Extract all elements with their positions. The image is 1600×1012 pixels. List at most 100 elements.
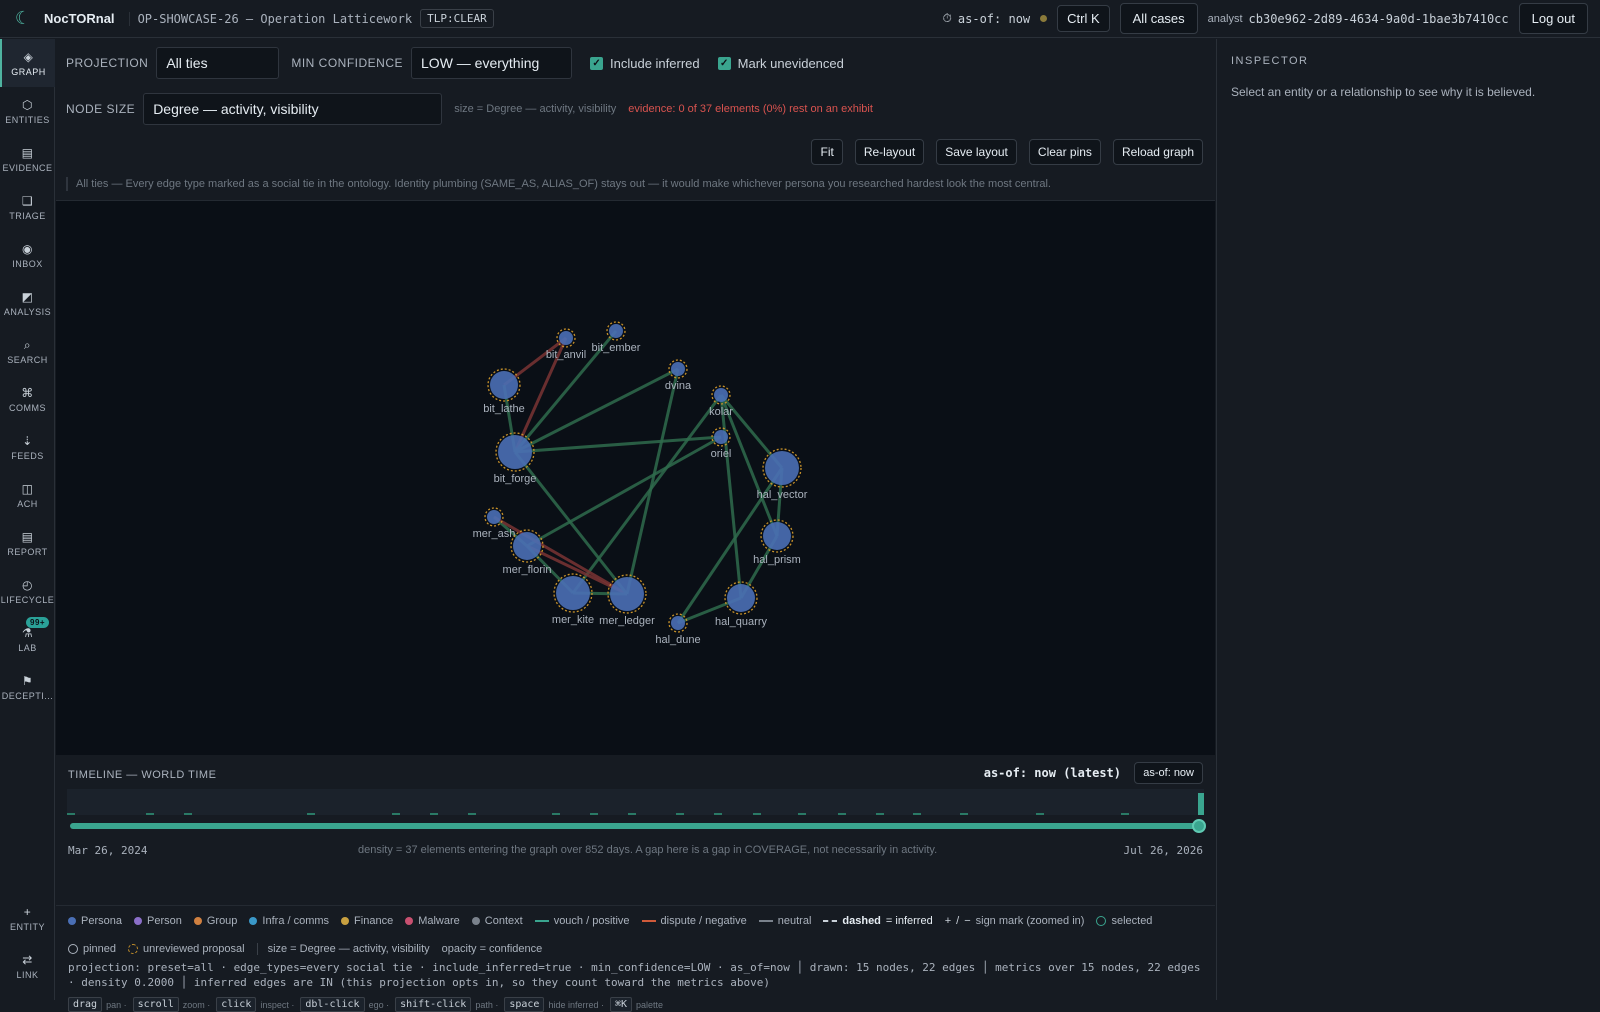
check-icon: ✓	[590, 56, 604, 70]
size-note: size = Degree — activity, visibility	[454, 103, 617, 115]
timeline-density-strip[interactable]	[67, 789, 1204, 815]
node-bit_forge[interactable]: bit_forge	[494, 432, 537, 485]
nav-item-inbox[interactable]: ◉ INBOX	[0, 231, 55, 279]
network-graph[interactable]: bit_anvil bit_ember bit_lathe bit_forge dvin…	[56, 201, 1215, 756]
node-oriel[interactable]: oriel	[711, 427, 732, 460]
nav-item-lab-label: LAB	[18, 642, 37, 653]
relayout-button[interactable]: Re-layout	[854, 139, 925, 165]
timeline-tick	[798, 813, 806, 815]
node-hal_prism[interactable]: hal_prism	[753, 519, 801, 566]
edge-kolar-hal_quarry[interactable]	[719, 394, 743, 599]
node-circle[interactable]	[490, 371, 518, 399]
nav-item-decepti[interactable]: ⚑ DECEPTI...	[0, 663, 55, 711]
legend-persona: Persona	[68, 915, 122, 927]
asof-indicator[interactable]: ⏱ as-of: now	[943, 11, 1031, 26]
nav-item-analysis[interactable]: ◩ ANALYSIS	[0, 279, 55, 327]
min-confidence-select[interactable]: LOW — everything	[411, 47, 573, 79]
node-dvina[interactable]: dvina	[665, 359, 692, 392]
node-circle[interactable]	[765, 451, 799, 485]
legend-row-1: Persona Person Group Infra / comms Finance Ma…	[68, 915, 1164, 927]
fit-button[interactable]: Fit	[811, 139, 843, 165]
include-inferred-checkbox[interactable]: ✓ Include inferred	[590, 56, 700, 71]
node-bit_lathe[interactable]: bit_lathe	[483, 368, 525, 415]
nav-item-feeds[interactable]: ⇣ FEEDS	[0, 423, 55, 471]
node-label: mer_ash	[473, 528, 516, 540]
legend-context: Context	[471, 915, 523, 927]
top-bar: ☾ NocTORnal OP-SHOWCASE-26 — Operation L…	[0, 0, 1600, 38]
all-cases-button[interactable]: All cases	[1119, 3, 1198, 34]
node-hal_dune[interactable]: hal_dune	[655, 613, 701, 646]
nav-item-search[interactable]: ⌕ SEARCH	[0, 327, 55, 375]
save-layout-button[interactable]: Save layout	[936, 139, 1017, 165]
asof-now-button[interactable]: as-of: now	[1134, 762, 1203, 784]
nav-item-ach-icon: ◫	[21, 481, 34, 496]
nav-action-entity[interactable]: + ENTITY	[0, 894, 55, 942]
node-circle[interactable]	[671, 362, 685, 376]
timeline-tick	[184, 813, 192, 815]
nav-action-entity-icon: +	[23, 904, 32, 919]
timeline-slider-track[interactable]	[70, 823, 1201, 829]
node-circle[interactable]	[714, 430, 728, 444]
edge-dvina-bit_forge[interactable]	[514, 367, 679, 454]
graph-canvas[interactable]: bit_anvil bit_ember bit_lathe bit_forge dvin…	[56, 200, 1215, 755]
node-label: bit_lathe	[483, 403, 525, 415]
mark-unevidenced-checkbox[interactable]: ✓ Mark unevidenced	[717, 55, 844, 71]
edge-dvina-mer_ledger[interactable]	[625, 368, 680, 595]
node-circle[interactable]	[671, 616, 685, 630]
node-circle[interactable]	[727, 584, 755, 612]
node-circle[interactable]	[714, 388, 728, 402]
edge-oriel-mer_florin[interactable]	[526, 435, 722, 548]
node-circle[interactable]	[610, 577, 644, 611]
node-size-select[interactable]: Degree — activity, visibility	[143, 93, 443, 125]
node-mer_kite[interactable]: mer_kite	[552, 573, 594, 626]
timeline-tick	[960, 813, 968, 815]
node-bit_anvil[interactable]: bit_anvil	[546, 328, 586, 361]
node-circle[interactable]	[559, 331, 573, 345]
moon-logo-icon: ☾	[14, 8, 32, 28]
node-circle[interactable]	[763, 522, 791, 550]
nav-item-feeds-label: FEEDS	[11, 450, 44, 461]
nav-item-lifecycle[interactable]: ◴ LIFECYCLE	[0, 567, 55, 615]
nav-item-analysis-label: ANALYSIS	[3, 306, 52, 317]
node-bit_ember[interactable]: bit_ember	[592, 321, 641, 354]
timeline-slider-handle[interactable]	[1192, 819, 1206, 833]
node-hal_vector[interactable]: hal_vector	[757, 448, 808, 501]
timeline-asof: as-of: now (latest)	[983, 766, 1121, 780]
nav-item-graph[interactable]: ◈ GRAPH	[0, 39, 55, 87]
nav-item-evidence-icon: ▤	[21, 145, 34, 160]
legend-group: Group	[193, 915, 237, 927]
node-label: dvina	[665, 380, 692, 392]
tlp-badge: TLP:CLEAR	[420, 9, 494, 28]
node-circle[interactable]	[487, 510, 501, 524]
controls-row-1: PROJECTION All ties MIN CONFIDENCE LOW —…	[66, 47, 844, 79]
nav-item-report[interactable]: ▤ REPORT	[0, 519, 55, 567]
node-label: kolar	[709, 406, 733, 418]
logout-button[interactable]: Log out	[1518, 3, 1588, 34]
nav-action-link[interactable]: ⇄ LINK	[0, 942, 55, 990]
command-palette-button[interactable]: Ctrl K	[1057, 5, 1110, 32]
node-circle[interactable]	[513, 532, 541, 560]
inspector-title: INSPECTOR	[1231, 55, 1309, 67]
nav-item-ach[interactable]: ◫ ACH	[0, 471, 55, 519]
reload-graph-button[interactable]: Reload graph	[1112, 139, 1203, 165]
nav-item-triage-icon: ❑	[21, 193, 34, 208]
node-circle[interactable]	[556, 576, 590, 610]
nav-item-entities[interactable]: ⬡ ENTITIES	[0, 87, 55, 135]
case-title[interactable]: OP-SHOWCASE-26 — Operation Latticework	[128, 11, 412, 26]
nav-item-evidence[interactable]: ▤ EVIDENCE	[0, 135, 55, 183]
edge-kolar-mer_kite[interactable]	[571, 394, 723, 594]
nav-item-decepti-label: DECEPTI...	[1, 690, 54, 701]
nav-item-comms[interactable]: ⌘ COMMS	[0, 375, 55, 423]
clear-pins-button[interactable]: Clear pins	[1028, 139, 1101, 165]
node-circle[interactable]	[609, 324, 623, 338]
nav-item-decepti-icon: ⚑	[21, 673, 34, 688]
node-label: mer_ledger	[599, 615, 655, 627]
edge-bit_forge-oriel[interactable]	[514, 435, 722, 454]
mark-unevidenced-label: Mark unevidenced	[737, 55, 844, 71]
nav-item-graph-icon: ◈	[23, 49, 34, 64]
nav-item-triage[interactable]: ❑ TRIAGE	[0, 183, 55, 231]
nav-item-lab[interactable]: ⚗ LAB 99+	[0, 615, 55, 663]
projection-select[interactable]: All ties	[156, 47, 280, 79]
node-circle[interactable]	[498, 435, 532, 469]
analyst-id: cb30e962-2d89-4634-9a0d-1bae3b7410cc	[1248, 11, 1509, 26]
